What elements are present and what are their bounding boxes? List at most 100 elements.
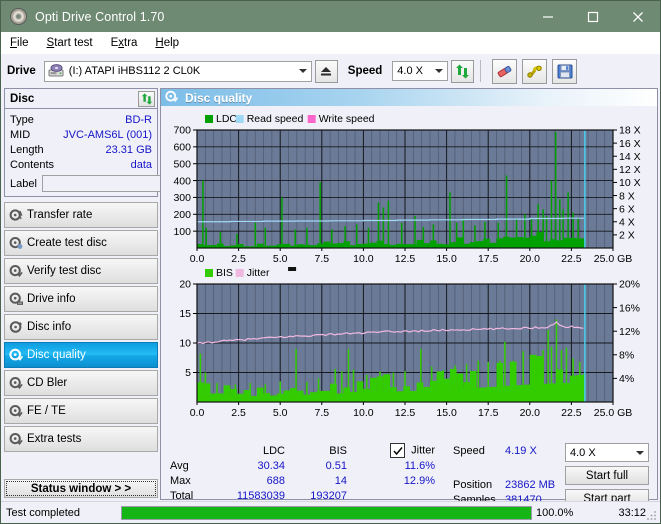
menu-file[interactable]: FFileile: [1, 35, 38, 51]
svg-text:18 X: 18 X: [619, 125, 641, 137]
plug-button[interactable]: [522, 59, 547, 84]
svg-text:10.0: 10.0: [353, 407, 374, 419]
progress-bar: [121, 506, 532, 520]
menu-bar: FFileile Start test Extra Help: [1, 32, 660, 54]
content-header: Disc quality: [161, 89, 657, 106]
disc-contents-value: data: [54, 159, 152, 171]
disc-length-label: Length: [10, 144, 44, 156]
resize-grip[interactable]: [646, 509, 658, 521]
svg-text:15: 15: [179, 308, 191, 320]
stats-avg-jitter: 11.6%: [347, 460, 443, 472]
stats-avg-bis: 0.51: [285, 460, 347, 472]
svg-text:16%: 16%: [619, 302, 640, 314]
sidebar-item-fe-te[interactable]: FE / TE: [4, 398, 158, 424]
sidebar-item-label: Disc quality: [27, 349, 86, 361]
svg-text:10.0: 10.0: [353, 253, 374, 265]
disc-mid-label: MID: [10, 129, 30, 141]
sidebar-item-transfer-rate[interactable]: Transfer rate: [4, 202, 158, 228]
drive-label: Drive: [7, 65, 36, 77]
stats-max-ldc: 688: [213, 475, 285, 487]
eraser-icon: [496, 64, 513, 79]
sidebar-item-label: Disc info: [27, 321, 71, 333]
svg-text:16 X: 16 X: [619, 138, 641, 150]
svg-text:700: 700: [173, 125, 191, 137]
svg-text:Write speed: Write speed: [319, 113, 375, 125]
drive-select-chevron-down-icon[interactable]: [294, 69, 311, 73]
svg-text:4 X: 4 X: [619, 216, 635, 228]
stats-col-ldc: LDC: [213, 445, 285, 457]
disc-extra-icon: [5, 432, 27, 446]
svg-text:300: 300: [173, 192, 191, 204]
progress-bar-fill: [122, 507, 531, 519]
sidebar-item-verify-test-disc[interactable]: Verify test disc: [4, 258, 158, 284]
disc-quality-charts[interactable]: LDCRead speedWrite speed1002003004005006…: [161, 106, 655, 436]
svg-text:25.0 GB: 25.0 GB: [594, 253, 633, 265]
sidebar-item-label: Extra tests: [27, 433, 81, 445]
test-speed-value: 4.0 X: [566, 447, 631, 459]
drive-value: (I:) ATAPI iHBS112 2 CL0K: [69, 65, 294, 77]
minimize-button[interactable]: [525, 1, 570, 32]
disc-quality-icon: [5, 348, 27, 362]
menu-extra[interactable]: Extra: [102, 35, 147, 51]
drive-select[interactable]: (I:) ATAPI iHBS112 2 CL0K: [44, 61, 312, 82]
svg-text:5.0: 5.0: [273, 407, 288, 419]
maximize-button[interactable]: [570, 1, 615, 32]
save-button[interactable]: [552, 59, 577, 84]
svg-text:14 X: 14 X: [619, 151, 641, 163]
svg-text:20.0: 20.0: [520, 253, 541, 265]
sidebar-item-label: FE / TE: [27, 405, 66, 417]
sidebar-item-label: Create test disc: [27, 237, 107, 249]
stats-row-avg: Avg 30.34 0.51 11.6%: [161, 458, 453, 473]
stats-row-max: Max 688 14 12.9%: [161, 473, 453, 488]
svg-text:12 X: 12 X: [619, 164, 641, 176]
svg-text:600: 600: [173, 142, 191, 154]
title-bar: Opti Drive Control 1.70: [1, 1, 660, 32]
sidebar-item-extra-tests[interactable]: Extra tests: [4, 426, 158, 452]
sidebar-item-disc-info[interactable]: Disc info: [4, 314, 158, 340]
disc-fete-icon: [5, 404, 27, 418]
content-panel: Disc quality LDCRead speedWrite speed100…: [160, 88, 658, 500]
svg-text:0.0: 0.0: [190, 253, 205, 265]
eject-button[interactable]: [315, 60, 338, 83]
test-speed-select[interactable]: 4.0 X: [565, 443, 649, 462]
disc-info-icon: [5, 320, 27, 334]
disc-refresh-button[interactable]: [138, 91, 155, 107]
disc-create-icon: [5, 236, 27, 250]
svg-text:20: 20: [179, 279, 191, 291]
test-speed-chevron-down-icon[interactable]: [631, 451, 648, 455]
svg-text:8 X: 8 X: [619, 190, 635, 202]
menu-help[interactable]: Help: [146, 35, 188, 51]
stats-row-key: Avg: [161, 460, 213, 472]
svg-text:5: 5: [185, 367, 191, 379]
svg-text:0.0: 0.0: [190, 407, 205, 419]
svg-text:Read speed: Read speed: [247, 113, 304, 125]
disc-panel: Disc Type BD-R MID JVC-: [4, 88, 158, 197]
status-window-button[interactable]: Status window > >: [4, 479, 158, 498]
svg-text:15.0: 15.0: [436, 407, 457, 419]
stats-max-jitter: 12.9%: [347, 475, 443, 487]
sidebar-item-drive-info[interactable]: Drive info: [4, 286, 158, 312]
svg-text:12.5: 12.5: [395, 407, 416, 419]
toolbar-separator: [480, 60, 481, 82]
stats-total-bis: 193207: [285, 490, 347, 502]
speed-select[interactable]: 4.0 X: [392, 61, 448, 81]
speed-select-chevron-down-icon[interactable]: [430, 69, 447, 73]
disc-length-value: 23.31 GB: [44, 144, 152, 156]
svg-text:12.5: 12.5: [395, 253, 416, 265]
status-text: Test completed: [1, 507, 121, 519]
close-button[interactable]: [615, 1, 660, 32]
erase-button[interactable]: [492, 59, 517, 84]
stats-max-bis: 14: [285, 475, 347, 487]
body-row: Disc Type BD-R MID JVC-: [1, 88, 660, 501]
stats-row-key: Max: [161, 475, 213, 487]
menu-start-test[interactable]: Start test: [38, 35, 102, 51]
svg-text:20.0: 20.0: [520, 407, 541, 419]
svg-text:Jitter: Jitter: [247, 267, 270, 279]
refresh-button[interactable]: [451, 60, 474, 83]
start-full-button[interactable]: Start full: [565, 466, 649, 485]
sidebar-item-cd-bler[interactable]: CD Bler: [4, 370, 158, 396]
sidebar-item-disc-quality[interactable]: Disc quality: [4, 342, 158, 368]
svg-text:7.5: 7.5: [314, 407, 329, 419]
jitter-checkbox[interactable]: [390, 443, 405, 458]
sidebar-item-create-test-disc[interactable]: Create test disc: [4, 230, 158, 256]
